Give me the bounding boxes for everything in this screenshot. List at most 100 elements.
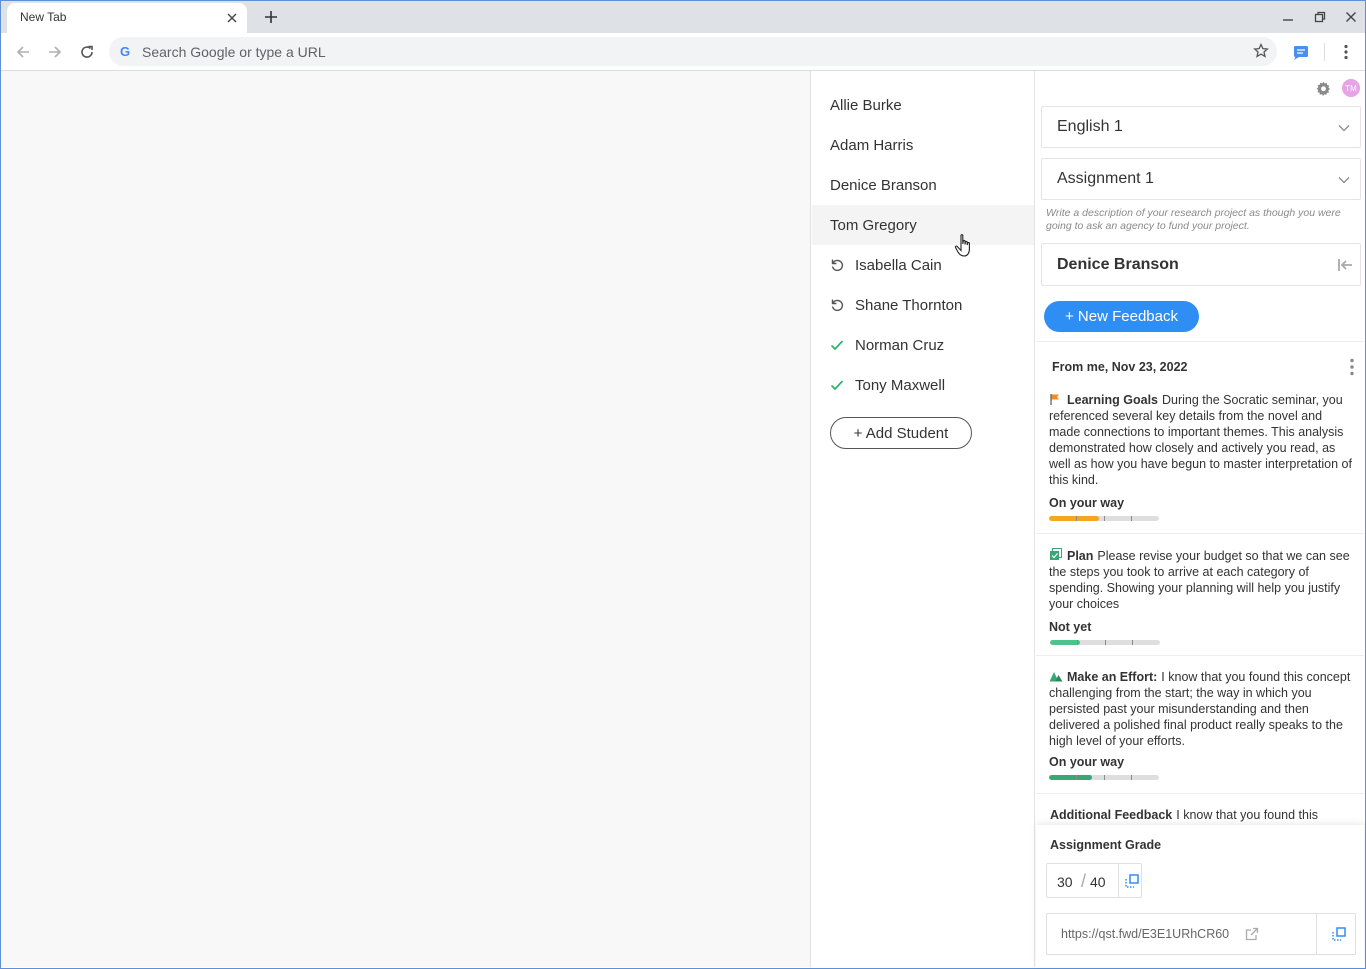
- new-tab-button[interactable]: [259, 6, 283, 28]
- close-tab-icon[interactable]: [223, 9, 241, 27]
- more-options-icon[interactable]: [1346, 356, 1358, 378]
- extension-feedback-icon[interactable]: [1290, 41, 1312, 63]
- returned-icon: [812, 298, 855, 312]
- student-name: Adam Harris: [830, 136, 914, 154]
- progress-fill: [1049, 516, 1099, 521]
- progress-tick: [1076, 775, 1077, 780]
- grade-slash: /: [1081, 871, 1087, 891]
- copy-link-icon[interactable]: [1330, 925, 1348, 943]
- share-link-field[interactable]: https://qst.fwd/E3E1URhCR60: [1046, 913, 1356, 955]
- back-arrow-icon[interactable]: [11, 40, 35, 64]
- student-item[interactable]: Allie Burke: [812, 85, 1034, 125]
- student-item[interactable]: Denice Branson: [812, 165, 1034, 205]
- collapse-panel-icon[interactable]: [1336, 257, 1354, 273]
- class-select[interactable]: English 1: [1041, 106, 1361, 148]
- progress-tick: [1131, 516, 1132, 521]
- forward-arrow-icon[interactable]: [43, 40, 67, 64]
- student-name: Isabella Cain: [855, 256, 942, 274]
- student-item[interactable]: Norman Cruz: [812, 325, 1034, 365]
- feedback-body: During the Socratic seminar, you referen…: [1049, 393, 1352, 487]
- feedback-text-block: Additional Feedback I know that you found…: [1050, 807, 1353, 825]
- google-icon: G: [120, 44, 131, 59]
- tab-strip: New Tab: [1, 1, 1365, 33]
- check-icon: [812, 339, 855, 351]
- progress-tick: [1104, 516, 1105, 521]
- browser-menu-icon[interactable]: [1335, 41, 1357, 63]
- reload-icon[interactable]: [75, 40, 99, 64]
- student-name: Norman Cruz: [855, 336, 945, 354]
- student-item[interactable]: Tony Maxwell: [812, 365, 1034, 405]
- tab-new-tab[interactable]: New Tab: [7, 3, 247, 33]
- assignment-select[interactable]: Assignment 1: [1041, 158, 1361, 200]
- external-link-icon[interactable]: [1244, 926, 1260, 942]
- grade-divider: [1118, 864, 1119, 897]
- progress-fill: [1049, 775, 1092, 780]
- feedback-level: On your way: [1049, 755, 1125, 769]
- avatar[interactable]: TM: [1342, 79, 1360, 97]
- close-window-icon[interactable]: [1341, 7, 1361, 27]
- bookmark-star-icon[interactable]: [1252, 42, 1270, 60]
- student-name: Tom Gregory: [830, 216, 917, 234]
- progress-bar: [1050, 640, 1160, 645]
- share-link-text[interactable]: https://qst.fwd/E3E1URhCR60: [1061, 927, 1229, 941]
- student-name: Allie Burke: [830, 96, 902, 114]
- chevron-down-icon: [1336, 120, 1352, 136]
- add-student-button[interactable]: + Add Student: [830, 417, 972, 449]
- gear-icon[interactable]: [1314, 79, 1332, 97]
- progress-tick: [1104, 775, 1105, 780]
- feedback-level: Not yet: [1049, 620, 1092, 634]
- feedback-panel: TM English 1 Assignment 1 Write a descri…: [1036, 71, 1364, 967]
- feedback-list: From me, Nov 23, 2022 Learning Goals Duri…: [1036, 341, 1364, 825]
- assignment-select-value: Assignment 1: [1057, 170, 1154, 187]
- grade-input[interactable]: 30 / 40: [1046, 863, 1142, 898]
- progress-tick: [1077, 640, 1078, 645]
- feedback-level: On your way: [1049, 496, 1125, 510]
- student-item[interactable]: Tom Gregory: [812, 205, 1034, 245]
- progress-fill: [1050, 640, 1080, 645]
- link-divider: [1316, 914, 1317, 954]
- progress-bar: [1049, 516, 1159, 521]
- new-feedback-button[interactable]: + New Feedback: [1044, 301, 1199, 332]
- page-content-area: [1, 71, 811, 967]
- copy-grade-icon[interactable]: [1123, 872, 1141, 890]
- flag-icon: [1049, 393, 1063, 405]
- feedback-body: Please revise your budget so that we can…: [1049, 549, 1350, 611]
- feedback-date: From me, Nov 23, 2022: [1052, 360, 1188, 374]
- student-item[interactable]: Adam Harris: [812, 125, 1034, 165]
- student-name: Denice Branson: [830, 176, 937, 194]
- tab-title: New Tab: [20, 10, 67, 24]
- grade-title: Assignment Grade: [1050, 838, 1162, 852]
- grade-section: Assignment Grade 30 / 40 https://qst.fwd…: [1036, 825, 1364, 967]
- restore-icon[interactable]: [1310, 7, 1330, 27]
- omnibox-placeholder: Search Google or type a URL: [142, 44, 326, 60]
- grade-score[interactable]: 30: [1057, 874, 1073, 890]
- progress-tick: [1131, 775, 1132, 780]
- feedback-text-block: Make an Effort: I know that you found thi…: [1049, 669, 1352, 749]
- feedback-category: Additional Feedback: [1050, 808, 1173, 822]
- feedback-item[interactable]: Learning Goals During the Socratic semina…: [1036, 382, 1364, 534]
- feedback-item[interactable]: Plan Please revise your budget so that we…: [1036, 534, 1364, 656]
- progress-bar: [1049, 775, 1159, 780]
- chevron-down-icon: [1336, 172, 1352, 188]
- selected-student-header: Denice Branson: [1041, 243, 1361, 286]
- grade-total: 40: [1090, 874, 1106, 890]
- progress-tick: [1076, 516, 1077, 521]
- mountain-icon: [1049, 670, 1063, 682]
- progress-tick: [1132, 640, 1133, 645]
- feedback-category: Plan: [1067, 549, 1094, 563]
- assignment-description: Write a description of your research pro…: [1046, 207, 1341, 232]
- class-select-value: English 1: [1057, 118, 1123, 135]
- feedback-category: Make an Effort:: [1067, 670, 1158, 684]
- student-name: Shane Thornton: [855, 296, 963, 314]
- feedback-item[interactable]: Make an Effort: I know that you found thi…: [1036, 656, 1364, 794]
- omnibox[interactable]: G Search Google or type a URL: [109, 37, 1277, 66]
- student-item[interactable]: Shane Thornton: [812, 285, 1034, 325]
- returned-icon: [812, 258, 855, 272]
- hand-cursor-icon: [954, 233, 976, 259]
- checklist-icon: [1049, 548, 1063, 560]
- feedback-text-block: Plan Please revise your budget so that we…: [1049, 548, 1352, 612]
- browser-toolbar: G Search Google or type a URL: [1, 33, 1365, 71]
- minimize-icon[interactable]: [1278, 7, 1298, 27]
- feedback-item[interactable]: Additional Feedback I know that you found…: [1036, 794, 1364, 825]
- student-item[interactable]: Isabella Cain: [812, 245, 1034, 285]
